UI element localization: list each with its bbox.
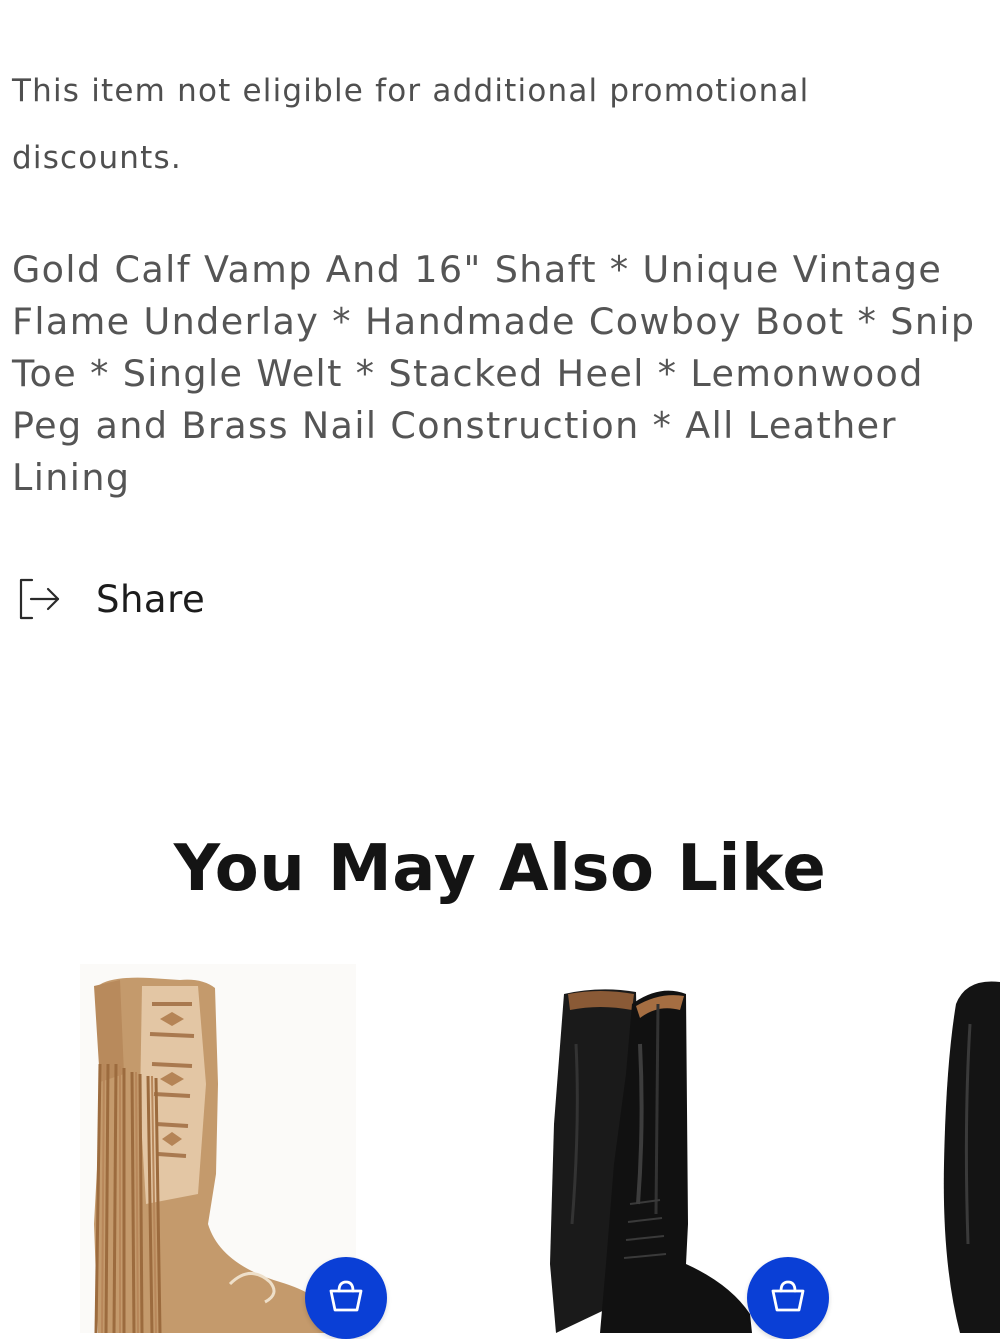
basket-icon [328, 1279, 364, 1317]
product-card[interactable] [540, 964, 780, 1333]
share-label: Share [96, 577, 206, 621]
product-description: Gold Calf Vamp And 16" Shaft * Unique Vi… [12, 248, 976, 499]
you-may-also-like-heading: You May Also Like [173, 832, 827, 906]
product-image-black-boot-partial [930, 964, 1000, 1333]
add-to-cart-button[interactable] [747, 1257, 829, 1339]
product-card[interactable] [930, 964, 1000, 1333]
product-image-black-riding-boot [540, 964, 780, 1333]
basket-icon [770, 1279, 806, 1317]
add-to-cart-button[interactable] [305, 1257, 387, 1339]
share-exit-icon [18, 576, 62, 622]
promo-eligibility-note: This item not eligible for additional pr… [12, 73, 810, 176]
share-button[interactable]: Share [18, 574, 205, 624]
